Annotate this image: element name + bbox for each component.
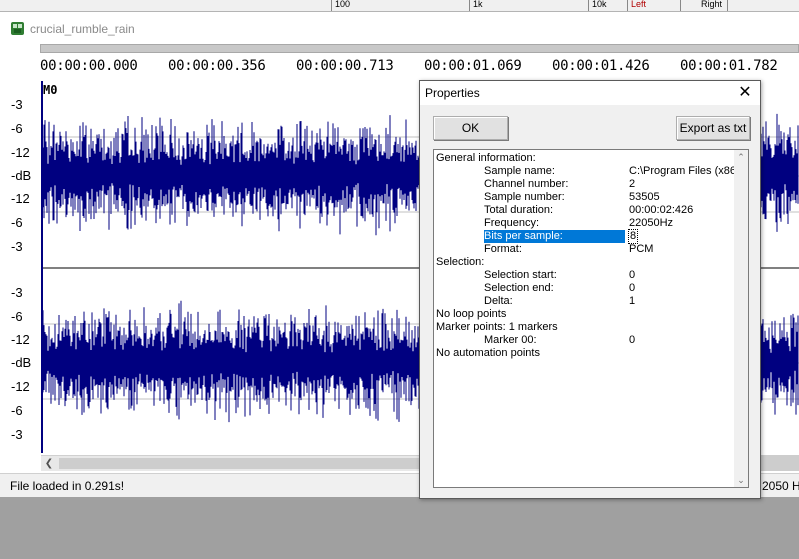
property-value: 00:00:02:426 [629,204,694,216]
db-scale-label: -dB [11,355,32,370]
properties-rows: General information: Sample name: C:\Progr… [436,152,740,360]
time-tick: 00:00:01.069 [424,58,522,74]
sample-window-title: crucial_rumble_rain [30,22,135,36]
property-key: No automation points [436,347,540,359]
db-scale-label: -6 [11,403,23,418]
properties-dialog: Properties ✕ OK Export as txt General in… [419,80,761,499]
db-scale-label: -6 [11,121,23,136]
property-key: General information: [436,152,536,164]
horizontal-scrollbar[interactable]: ❮ [41,455,421,471]
property-value: 53505 [629,191,660,203]
status-frequency: 2050 Hz [762,479,799,493]
property-row[interactable]: Sample number: 53505 [436,191,732,204]
property-value: 2 [629,178,636,190]
time-tick: 00:00:00.713 [296,58,394,74]
horizontal-scrollbar-right[interactable] [760,455,799,471]
db-scale-label: -3 [11,239,23,254]
status-text: File loaded in 0.291s! [10,479,125,493]
scroll-down-icon[interactable]: ⌄ [734,473,748,487]
property-key: Bits per sample: [484,230,625,243]
sample-app-icon [11,22,24,35]
property-row[interactable]: Selection end: 0 [436,282,732,295]
property-value: C:\Program Files (x86) [629,165,740,177]
property-value: 0 [629,282,636,294]
close-icon[interactable]: ✕ [734,83,756,103]
db-scale-label: -dB [11,168,32,183]
property-row[interactable]: Format: PCM [436,243,732,256]
property-value: 1 [629,295,636,307]
time-tick: 00:00:01.426 [552,58,650,74]
property-row[interactable]: Frequency: 22050Hz [436,217,732,230]
time-tick: 00:00:00.000 [40,58,138,74]
property-key: Format: [484,243,522,255]
property-row[interactable]: Marker points: 1 markers [436,321,732,334]
db-scale-label: -6 [11,309,23,324]
freq-10k-label: 10k [588,0,626,11]
right-channel-label[interactable]: Right [680,0,728,11]
time-tick: 00:00:00.356 [168,58,266,74]
property-key: Selection start: [484,269,557,281]
property-key: No loop points [436,308,507,320]
left-channel-label[interactable]: Left [627,0,679,11]
property-key: Sample number: [484,191,565,203]
property-row[interactable]: No automation points [436,347,732,360]
vertical-scrollbar[interactable]: ⌃ ⌄ [734,150,748,487]
property-key: Sample name: [484,165,555,177]
property-row[interactable]: Selection: [436,256,732,269]
freq-100-label: 100 [331,0,471,11]
property-row[interactable]: Selection start: 0 [436,269,732,282]
properties-info-list[interactable]: General information: Sample name: C:\Progr… [433,149,749,488]
scrollbar-thumb[interactable] [59,458,419,469]
desktop-background [0,497,799,559]
property-row[interactable]: Delta: 1 [436,295,732,308]
property-key: Selection end: [484,282,554,294]
property-value: 22050Hz [629,217,674,229]
dialog-title: Properties [425,86,480,100]
db-scale-label: -12 [11,145,30,160]
db-scale-label: -3 [11,285,23,300]
property-key: Selection: [436,256,485,268]
scroll-left-icon[interactable]: ❮ [41,456,57,471]
property-row[interactable]: General information: [436,152,732,165]
property-value: 8 [627,229,639,244]
property-key: Delta: [484,295,513,307]
db-scale-label: -6 [11,215,23,230]
property-row[interactable]: Bits per sample: 8 [436,229,732,244]
time-tick: 00:00:01.782 [680,58,778,74]
time-ruler[interactable]: 00:00:00.000 00:00:00.356 00:00:00.713 0… [0,53,799,81]
db-scale-label: -3 [11,427,23,442]
property-key: Marker points: 1 markers [436,321,558,333]
property-row[interactable]: Marker 00: 0 [436,334,732,347]
property-row[interactable]: Total duration: 00:00:02:426 [436,204,732,217]
property-value: PCM [629,243,654,255]
marker-label[interactable]: M0 [43,83,57,97]
property-row[interactable]: No loop points [436,308,732,321]
top-toolbar-strip: 100 1k 10k Left Right [0,0,799,12]
sample-window-titlebar[interactable]: crucial_rumble_rain [0,12,799,44]
property-key: Frequency: [484,217,540,229]
export-as-txt-button[interactable]: Export as txt [676,116,750,140]
property-key: Total duration: [484,204,554,216]
property-row[interactable]: Channel number: 2 [436,178,732,191]
property-key: Channel number: [484,178,569,190]
property-value: 0 [629,269,636,281]
db-scale-label: -12 [11,332,30,347]
dialog-titlebar[interactable]: Properties ✕ [420,81,760,105]
property-row[interactable]: Sample name: C:\Program Files (x86) [436,165,740,178]
property-value: 0 [629,334,636,346]
scroll-up-icon[interactable]: ⌃ [734,150,748,164]
property-key: Marker 00: [484,334,537,346]
db-scale-label: -12 [11,379,30,394]
freq-1k-label: 1k [469,0,587,11]
db-scale-label: -3 [11,97,23,112]
ok-button[interactable]: OK [433,116,508,140]
db-scale-label: -12 [11,191,30,206]
overview-scrollbar[interactable] [40,44,799,53]
